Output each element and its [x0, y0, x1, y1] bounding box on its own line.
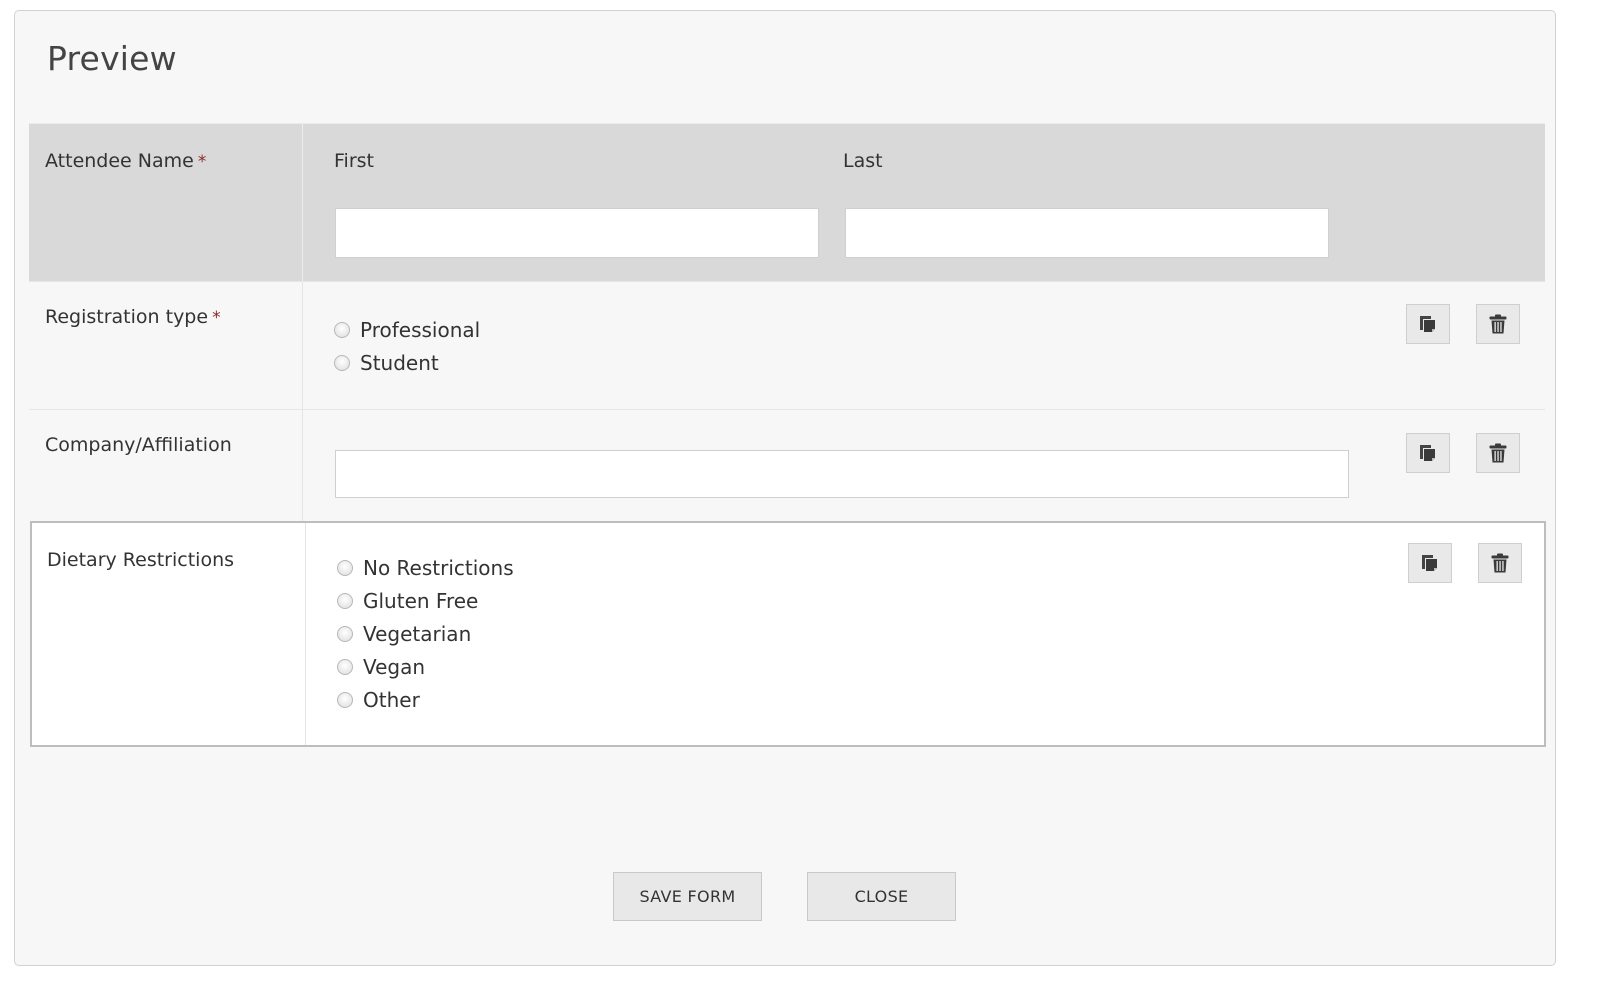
radio-label: Vegetarian: [363, 621, 472, 646]
copy-icon: [1420, 316, 1435, 332]
first-name-input[interactable]: [335, 208, 819, 258]
radio-option-student[interactable]: Student: [334, 346, 480, 379]
preview-dialog: Preview Attendee Name * First Last Regist…: [14, 10, 1556, 966]
form-preview: Attendee Name * First Last Registration t…: [29, 123, 1546, 747]
radio-option-gluten-free[interactable]: Gluten Free: [337, 584, 514, 617]
radio-label: Professional: [360, 317, 481, 342]
field-label-cell: Registration type *: [29, 282, 303, 409]
field-content-cell: [303, 410, 1545, 521]
field-row-company[interactable]: Company/Affiliation: [29, 409, 1545, 521]
radio-button[interactable]: [337, 691, 353, 708]
close-button[interactable]: CLOSE: [807, 872, 956, 921]
copy-field-button[interactable]: [1406, 433, 1450, 473]
last-name-input[interactable]: [845, 208, 1329, 258]
trash-icon: [1489, 314, 1507, 334]
radio-button[interactable]: [334, 354, 350, 371]
delete-field-button[interactable]: [1476, 304, 1520, 344]
radio-option-other[interactable]: Other: [337, 683, 514, 716]
field-row-registration-type[interactable]: Registration type * Professional Student: [29, 281, 1545, 409]
field-label: Registration type: [45, 306, 209, 328]
field-label-cell: Dietary Restrictions: [32, 523, 306, 745]
radio-button[interactable]: [337, 625, 353, 642]
delete-field-button[interactable]: [1476, 433, 1520, 473]
radio-label: Other: [363, 687, 420, 712]
radio-label: Vegan: [363, 654, 426, 679]
radio-label: Student: [360, 350, 439, 375]
radio-button[interactable]: [334, 321, 350, 338]
delete-field-button[interactable]: [1478, 543, 1522, 583]
trash-icon: [1491, 553, 1509, 573]
radio-label: Gluten Free: [363, 588, 479, 613]
copy-icon: [1422, 555, 1437, 571]
field-content-cell: Professional Student: [303, 282, 1545, 409]
first-name-label: First: [334, 150, 374, 172]
field-label: Company/Affiliation: [45, 434, 232, 456]
field-label-cell: Company/Affiliation: [29, 410, 303, 521]
field-content-cell: First Last: [303, 124, 1545, 281]
radio-option-no-restrictions[interactable]: No Restrictions: [337, 551, 514, 584]
radio-option-professional[interactable]: Professional: [334, 313, 480, 346]
radio-button[interactable]: [337, 559, 353, 576]
company-input[interactable]: [335, 450, 1349, 498]
required-marker: *: [212, 308, 221, 328]
field-row-attendee-name[interactable]: Attendee Name * First Last: [29, 123, 1545, 281]
field-row-dietary-restrictions[interactable]: Dietary Restrictions No Restrictions Glu…: [30, 521, 1546, 747]
radio-button[interactable]: [337, 658, 353, 675]
field-label-cell: Attendee Name *: [29, 124, 303, 281]
radio-label: No Restrictions: [363, 555, 514, 580]
dietary-radio-group: No Restrictions Gluten Free Vegetarian V…: [337, 551, 514, 716]
copy-field-button[interactable]: [1408, 543, 1452, 583]
radio-option-vegan[interactable]: Vegan: [337, 650, 514, 683]
registration-type-radio-group: Professional Student: [334, 313, 480, 379]
last-name-label: Last: [843, 150, 883, 172]
dialog-title: Preview: [47, 39, 177, 78]
trash-icon: [1489, 443, 1507, 463]
field-label: Attendee Name: [45, 150, 194, 172]
copy-field-button[interactable]: [1406, 304, 1450, 344]
required-marker: *: [197, 152, 207, 172]
radio-button[interactable]: [337, 592, 353, 609]
field-label: Dietary Restrictions: [47, 549, 235, 571]
radio-option-vegetarian[interactable]: Vegetarian: [337, 617, 514, 650]
copy-icon: [1420, 445, 1435, 461]
save-form-button[interactable]: SAVE FORM: [613, 872, 762, 921]
field-content-cell: No Restrictions Gluten Free Vegetarian V…: [306, 523, 1544, 745]
